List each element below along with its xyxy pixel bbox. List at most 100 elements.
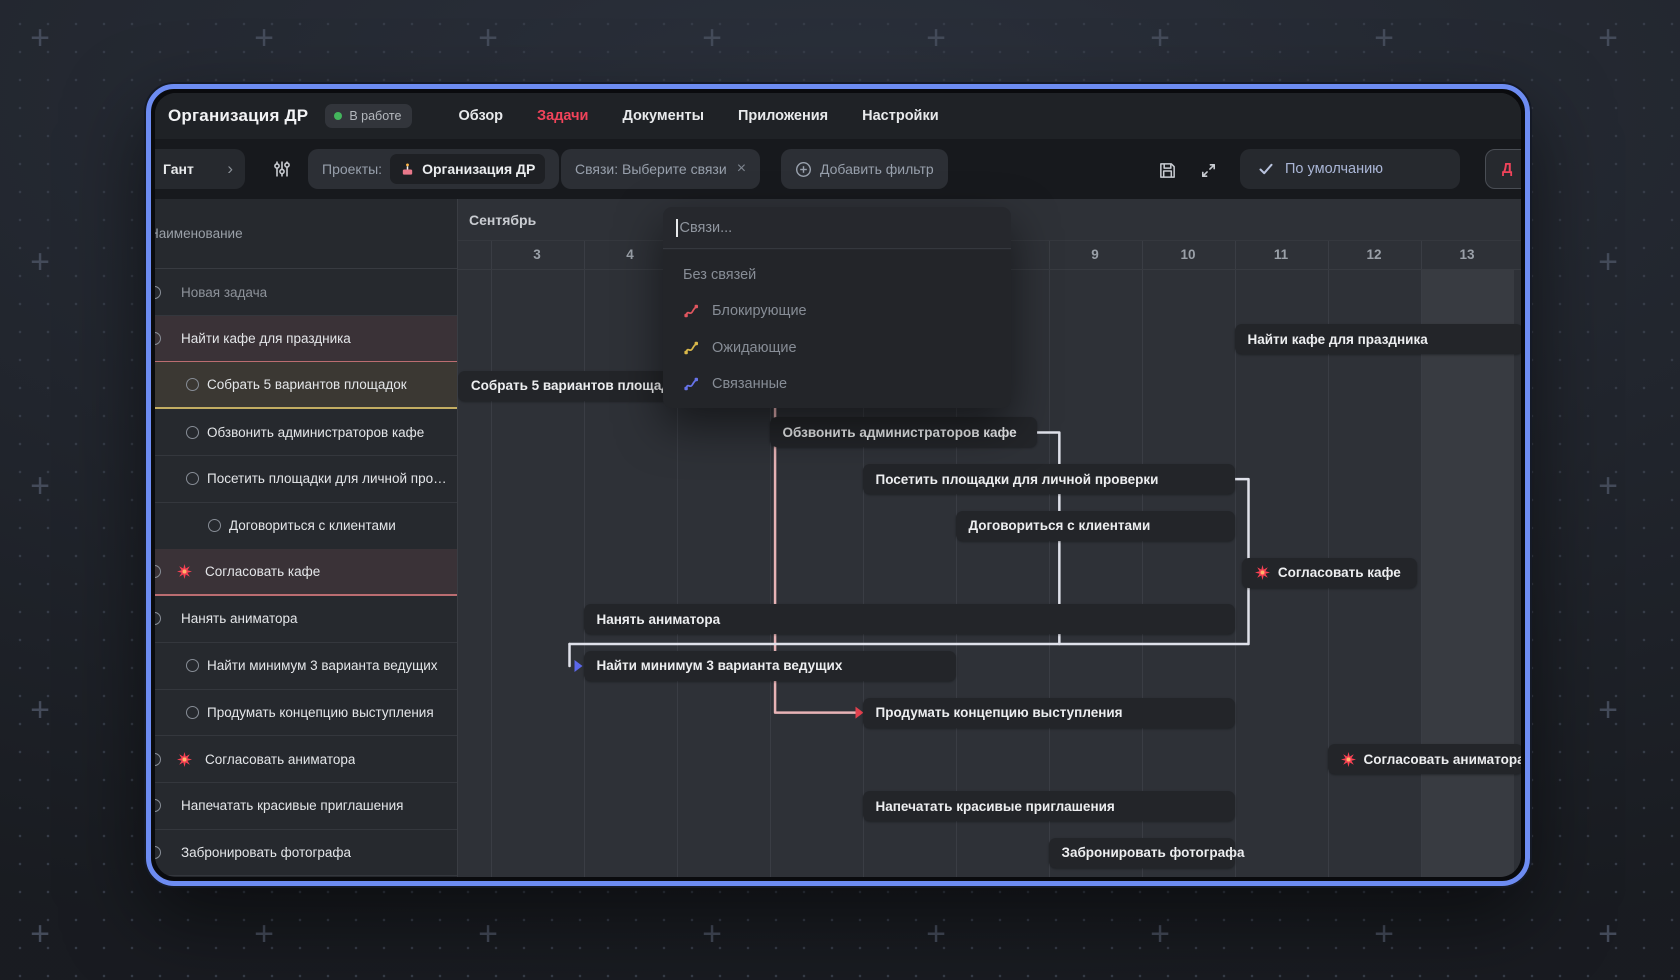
task-label: Новая задача — [181, 285, 267, 300]
view-selector-gantt[interactable]: Гант › — [155, 149, 245, 189]
partial-action-label: Д — [1502, 161, 1512, 177]
task-row[interactable]: Согласовать кафе — [155, 549, 457, 596]
task-bar[interactable]: Нанять аниматора — [584, 604, 1235, 634]
task-label: Договориться с клиентами — [229, 518, 396, 533]
task-status-circle-icon[interactable] — [186, 706, 199, 719]
task-row[interactable]: Обзвонить администраторов кафе — [155, 409, 457, 456]
task-bar[interactable]: Забронировать фотографа — [1049, 838, 1235, 868]
task-list-panel: Наименование Новая задача Найти кафе для … — [155, 199, 458, 877]
bar-label: Найти минимум 3 варианта ведущих — [597, 658, 843, 673]
gantt-view: Наименование Новая задача Найти кафе для … — [155, 199, 1521, 877]
task-status-circle-icon[interactable] — [155, 799, 161, 812]
tab-документы[interactable]: Документы — [622, 108, 704, 124]
links-option-list: Без связей Блокирующие Ожидающие Связанные — [663, 250, 1011, 408]
links-option[interactable]: Ожидающие — [663, 329, 1011, 366]
fullscreen-expand-icon[interactable] — [1199, 161, 1218, 185]
clear-filter-icon[interactable]: × — [737, 160, 746, 178]
filter-sliders-icon[interactable] — [273, 160, 291, 183]
task-bar[interactable]: Продумать концепцию выступления — [863, 698, 1235, 728]
app-content: Организация ДР В работе Обзор Задачи Докум… — [155, 93, 1521, 877]
bar-label: Напечатать красивые приглашения — [876, 799, 1115, 814]
task-bar[interactable]: Напечатать красивые приглашения — [863, 791, 1235, 821]
tab-настройки[interactable]: Настройки — [862, 108, 939, 124]
bar-label: Нанять аниматора — [597, 612, 721, 627]
links-option-label: Ожидающие — [712, 340, 797, 356]
task-row[interactable]: Договориться с клиентами — [155, 503, 457, 550]
task-status-circle-icon[interactable] — [155, 846, 161, 859]
milestone-star-icon — [1255, 565, 1270, 580]
task-row[interactable]: Напечатать красивые приглашения — [155, 783, 457, 830]
view-label: Гант — [163, 161, 194, 177]
task-status-circle-icon[interactable] — [186, 426, 199, 439]
task-status-circle-icon[interactable] — [186, 659, 199, 672]
task-status-circle-icon[interactable] — [155, 332, 161, 345]
links-filter-chip[interactable]: Связи: Выберите связи × — [561, 149, 760, 189]
links-option[interactable]: Без связей — [663, 256, 1011, 293]
default-view-button[interactable]: По умолчанию — [1240, 149, 1460, 189]
check-icon — [1258, 161, 1274, 177]
milestone-star-icon — [1341, 752, 1356, 767]
bar-label: Собрать 5 вариантов площадок — [471, 378, 685, 393]
task-bar[interactable]: Обзвонить администраторов кафе — [770, 417, 1038, 447]
task-label: Найти кафе для праздника — [181, 331, 351, 346]
task-label: Согласовать кафе — [205, 564, 320, 579]
task-label: Собрать 5 вариантов площадок — [207, 377, 407, 392]
task-status-circle-icon[interactable] — [208, 519, 221, 532]
links-filter-dropdown: Связи... Без связей Блокирующие Ожидающие С… — [663, 207, 1011, 408]
project-title: Организация ДР — [168, 106, 308, 126]
project-value-pill[interactable]: Организация ДР — [390, 154, 545, 184]
task-label: Продумать концепцию выступления — [207, 705, 434, 720]
task-label: Обзвонить администраторов кафе — [207, 425, 424, 440]
task-row[interactable]: Новая задача — [155, 269, 457, 316]
task-row[interactable]: Согласовать аниматора — [155, 736, 457, 783]
links-option[interactable]: Блокирующие — [663, 293, 1011, 330]
task-row[interactable]: Собрать 5 вариантов площадок — [155, 362, 457, 409]
bar-label: Согласовать аниматора — [1364, 752, 1522, 767]
task-status-circle-icon[interactable] — [155, 565, 161, 578]
links-option[interactable]: Связанные — [663, 366, 1011, 403]
tab-приложения[interactable]: Приложения — [738, 108, 828, 124]
task-label: Согласовать аниматора — [205, 752, 355, 767]
task-status-circle-icon[interactable] — [155, 753, 161, 766]
status-dot-icon — [334, 112, 342, 120]
status-label: В работе — [349, 109, 401, 123]
tab-задачи[interactable]: Задачи — [537, 108, 588, 124]
birthday-cake-icon — [400, 162, 415, 177]
add-filter-button[interactable]: Добавить фильтр — [781, 149, 948, 189]
task-status-circle-icon[interactable] — [186, 472, 199, 485]
task-row[interactable]: Найти кафе для праздника — [155, 316, 457, 363]
task-row[interactable]: Продумать концепцию выступления — [155, 689, 457, 736]
task-list-header: Наименование — [155, 199, 457, 269]
task-row[interactable]: Нанять аниматора — [155, 596, 457, 643]
task-bar[interactable]: Найти минимум 3 варианта ведущих — [584, 651, 956, 681]
save-view-icon[interactable] — [1158, 161, 1177, 185]
text-cursor — [676, 219, 678, 237]
add-filter-label: Добавить фильтр — [820, 161, 934, 177]
task-row[interactable]: Найти минимум 3 варианта ведущих — [155, 643, 457, 690]
toolbar: Гант › Проекты: Организация ДР — [155, 139, 1521, 199]
links-search-placeholder: Связи... — [680, 220, 733, 236]
task-status-circle-icon[interactable] — [155, 612, 161, 625]
task-status-circle-icon[interactable] — [155, 286, 161, 299]
tab-обзор[interactable]: Обзор — [458, 108, 503, 124]
task-bar[interactable]: Договориться с клиентами — [956, 511, 1235, 541]
milestone-bar[interactable]: Согласовать кафе — [1242, 558, 1417, 588]
task-bar[interactable]: Найти кафе для праздника — [1235, 324, 1522, 354]
status-badge[interactable]: В работе — [325, 104, 412, 128]
projects-filter-chip[interactable]: Проекты: Организация ДР — [308, 149, 559, 189]
projects-filter-label: Проекты: — [322, 161, 382, 177]
links-filter-label: Связи: Выберите связи — [575, 161, 727, 177]
links-option-label: Связанные — [712, 376, 787, 392]
links-option-label: Без связей — [683, 267, 756, 283]
partial-action-button[interactable]: Д — [1485, 149, 1521, 189]
task-row[interactable]: Забронировать фотографа — [155, 829, 457, 876]
links-search-input[interactable]: Связи... — [663, 207, 1011, 249]
task-label: Нанять аниматора — [181, 611, 298, 626]
task-row[interactable]: Посетить площадки для личной проверки — [155, 456, 457, 503]
bar-label: Договориться с клиентами — [969, 518, 1151, 533]
milestone-bar[interactable]: Согласовать аниматора — [1328, 744, 1522, 774]
links-option-label: Блокирующие — [712, 303, 807, 319]
task-bar[interactable]: Посетить площадки для личной проверки — [863, 464, 1235, 494]
task-status-circle-icon[interactable] — [186, 378, 199, 391]
bar-label: Найти кафе для праздника — [1248, 332, 1428, 347]
